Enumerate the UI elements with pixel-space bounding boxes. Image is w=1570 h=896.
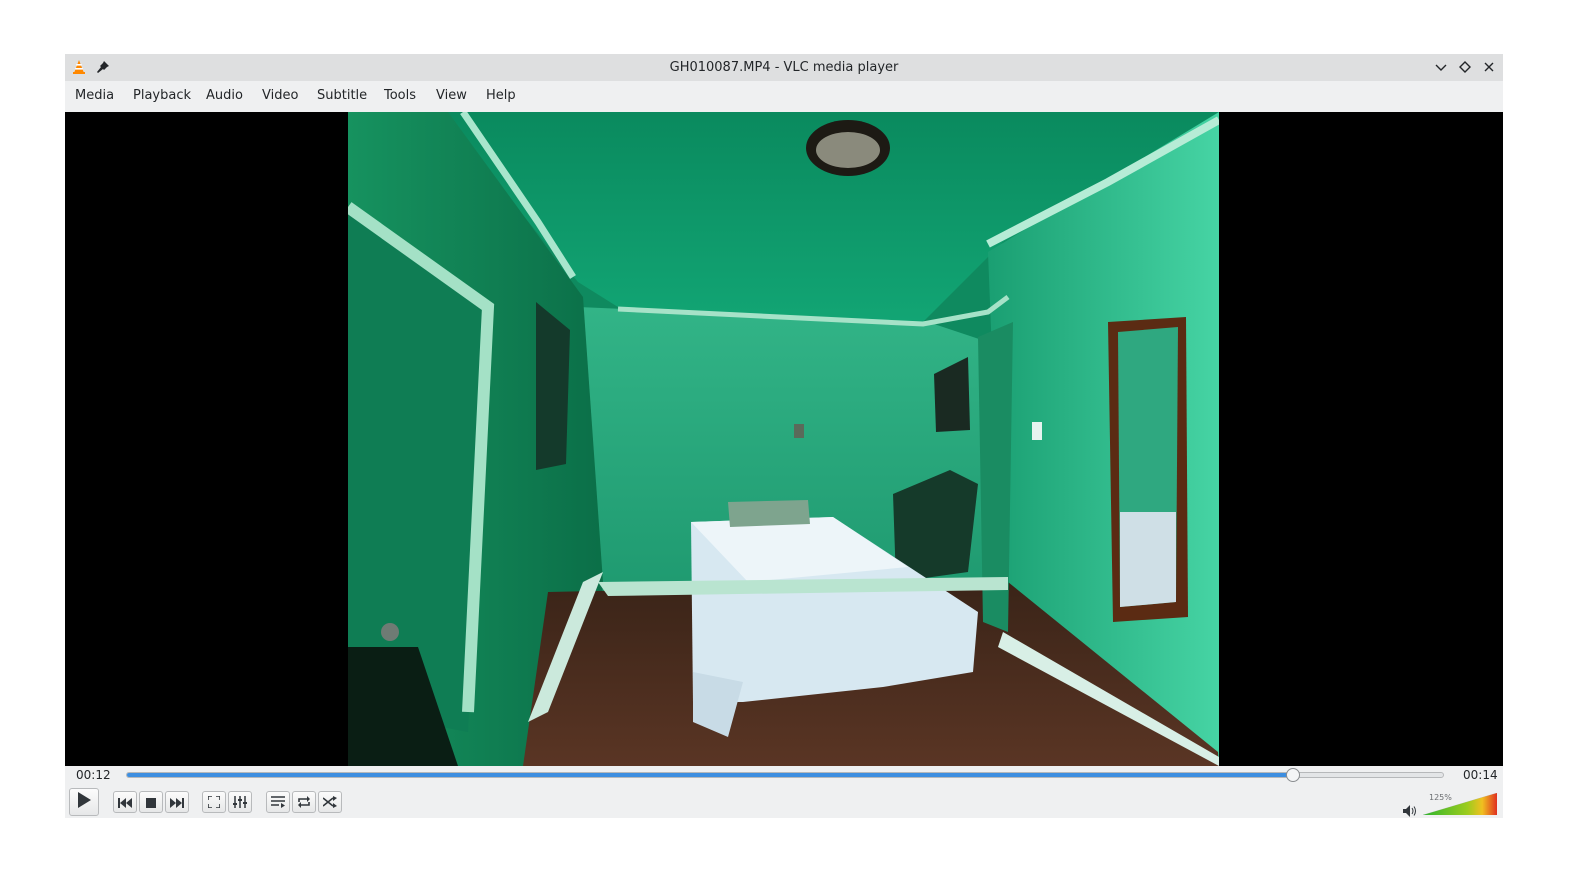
loop-icon xyxy=(297,793,311,812)
control-bar: 125% xyxy=(65,786,1503,818)
random-button[interactable] xyxy=(318,791,342,813)
diamond-icon[interactable] xyxy=(1457,59,1473,75)
seek-progress xyxy=(127,773,1293,777)
seek-bar[interactable] xyxy=(126,768,1444,782)
play-icon xyxy=(77,792,91,812)
play-button[interactable] xyxy=(69,788,99,816)
menu-audio[interactable]: Audio xyxy=(206,88,243,103)
next-button[interactable] xyxy=(165,791,189,813)
shuffle-icon xyxy=(322,793,337,812)
menu-view[interactable]: View xyxy=(436,88,467,103)
playlist-icon xyxy=(271,793,285,812)
bedroom-video-image xyxy=(348,112,1219,766)
video-area[interactable] xyxy=(65,112,1503,766)
stop-button[interactable] xyxy=(139,791,163,813)
seek-handle[interactable] xyxy=(1285,768,1300,782)
title-bar[interactable]: GH010087.MP4 - VLC media player xyxy=(65,54,1503,81)
equalizer-icon xyxy=(233,793,247,812)
loop-button[interactable] xyxy=(292,791,316,813)
elapsed-time: 00:12 xyxy=(76,768,111,782)
total-time: 00:14 xyxy=(1463,768,1498,782)
next-icon xyxy=(170,793,184,812)
menu-tools[interactable]: Tools xyxy=(384,88,416,103)
chevron-down-icon[interactable] xyxy=(1433,59,1449,75)
volume-slider[interactable] xyxy=(1422,792,1498,816)
fullscreen-icon xyxy=(207,793,221,812)
vlc-window: GH010087.MP4 - VLC media player Media Pl… xyxy=(65,54,1503,818)
stop-icon xyxy=(146,793,156,812)
close-icon[interactable] xyxy=(1481,59,1497,75)
menu-playback[interactable]: Playback xyxy=(133,88,191,103)
menu-video[interactable]: Video xyxy=(262,88,298,103)
seek-row: 00:12 00:14 xyxy=(65,766,1503,786)
menu-media[interactable]: Media xyxy=(75,88,114,103)
fullscreen-button[interactable] xyxy=(202,791,226,813)
extended-settings-button[interactable] xyxy=(228,791,252,813)
video-frame xyxy=(348,112,1219,766)
menu-help[interactable]: Help xyxy=(486,88,516,103)
menu-bar: Media Playback Audio Video Subtitle Tool… xyxy=(65,81,1503,112)
window-title: GH010087.MP4 - VLC media player xyxy=(669,60,899,75)
previous-icon xyxy=(118,793,132,812)
speaker-icon[interactable] xyxy=(1403,802,1417,821)
previous-button[interactable] xyxy=(113,791,137,813)
menu-subtitle[interactable]: Subtitle xyxy=(317,88,367,103)
playlist-button[interactable] xyxy=(266,791,290,813)
